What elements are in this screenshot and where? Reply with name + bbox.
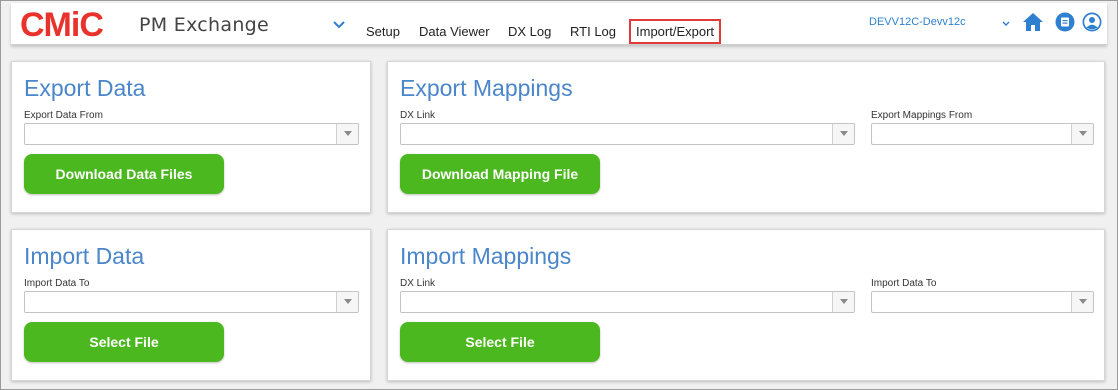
environment-selector[interactable]: DEVV12C-Devv12c <box>869 16 966 28</box>
dropdown-arrow-icon[interactable] <box>832 124 854 144</box>
app-title: PM Exchange <box>139 14 270 36</box>
nav-item-dx-log[interactable]: DX Log <box>508 24 551 39</box>
chevron-down-icon[interactable] <box>1001 16 1011 26</box>
dropdown-arrow-icon[interactable] <box>1071 292 1093 312</box>
export-mappings-panel: Export Mappings DX Link Export Mappings … <box>387 61 1105 213</box>
user-icon[interactable] <box>1082 12 1102 32</box>
import-mappings-panel: Import Mappings DX Link Import Data To S… <box>387 229 1105 381</box>
panel-title: Import Data <box>24 243 145 269</box>
panel-title: Export Mappings <box>400 75 573 101</box>
panel-title: Export Data <box>24 75 146 101</box>
cmic-logo: CMiC <box>20 6 104 44</box>
home-icon[interactable] <box>1022 12 1043 32</box>
nav-item-import-export[interactable]: Import/Export <box>628 19 722 44</box>
dropdown-arrow-icon[interactable] <box>336 292 358 312</box>
download-data-files-button[interactable]: Download Data Files <box>24 154 224 194</box>
dx-link-select[interactable] <box>400 291 855 313</box>
field-label: Import Data To <box>871 278 937 289</box>
field-label: DX Link <box>400 278 436 289</box>
field-label: DX Link <box>400 110 436 121</box>
nav-item-data-viewer[interactable]: Data Viewer <box>419 24 490 39</box>
top-header-bar: CMiC PM Exchange Setup Data Viewer DX Lo… <box>11 3 1107 45</box>
field-label: Export Mappings From <box>871 110 973 121</box>
field-label: Import Data To <box>24 278 90 289</box>
export-data-from-select[interactable] <box>24 123 359 145</box>
nav-item-rti-log[interactable]: RTI Log <box>570 24 616 39</box>
panel-title: Import Mappings <box>400 243 572 269</box>
notes-icon[interactable] <box>1055 12 1075 32</box>
export-mappings-from-select[interactable] <box>871 123 1094 145</box>
chevron-down-icon[interactable] <box>332 18 346 32</box>
dropdown-arrow-icon[interactable] <box>832 292 854 312</box>
dx-link-select[interactable] <box>400 123 855 145</box>
import-data-to-select[interactable] <box>24 291 359 313</box>
dropdown-arrow-icon[interactable] <box>1071 124 1093 144</box>
select-file-button[interactable]: Select File <box>24 322 224 362</box>
field-label: Export Data From <box>24 110 103 121</box>
export-data-panel: Export Data Export Data From Download Da… <box>11 61 371 213</box>
import-mappings-to-select[interactable] <box>871 291 1094 313</box>
select-file-button[interactable]: Select File <box>400 322 600 362</box>
nav-item-setup[interactable]: Setup <box>366 24 400 39</box>
import-data-panel: Import Data Import Data To Select File <box>11 229 371 381</box>
dropdown-arrow-icon[interactable] <box>336 124 358 144</box>
download-mapping-file-button[interactable]: Download Mapping File <box>400 154 600 194</box>
